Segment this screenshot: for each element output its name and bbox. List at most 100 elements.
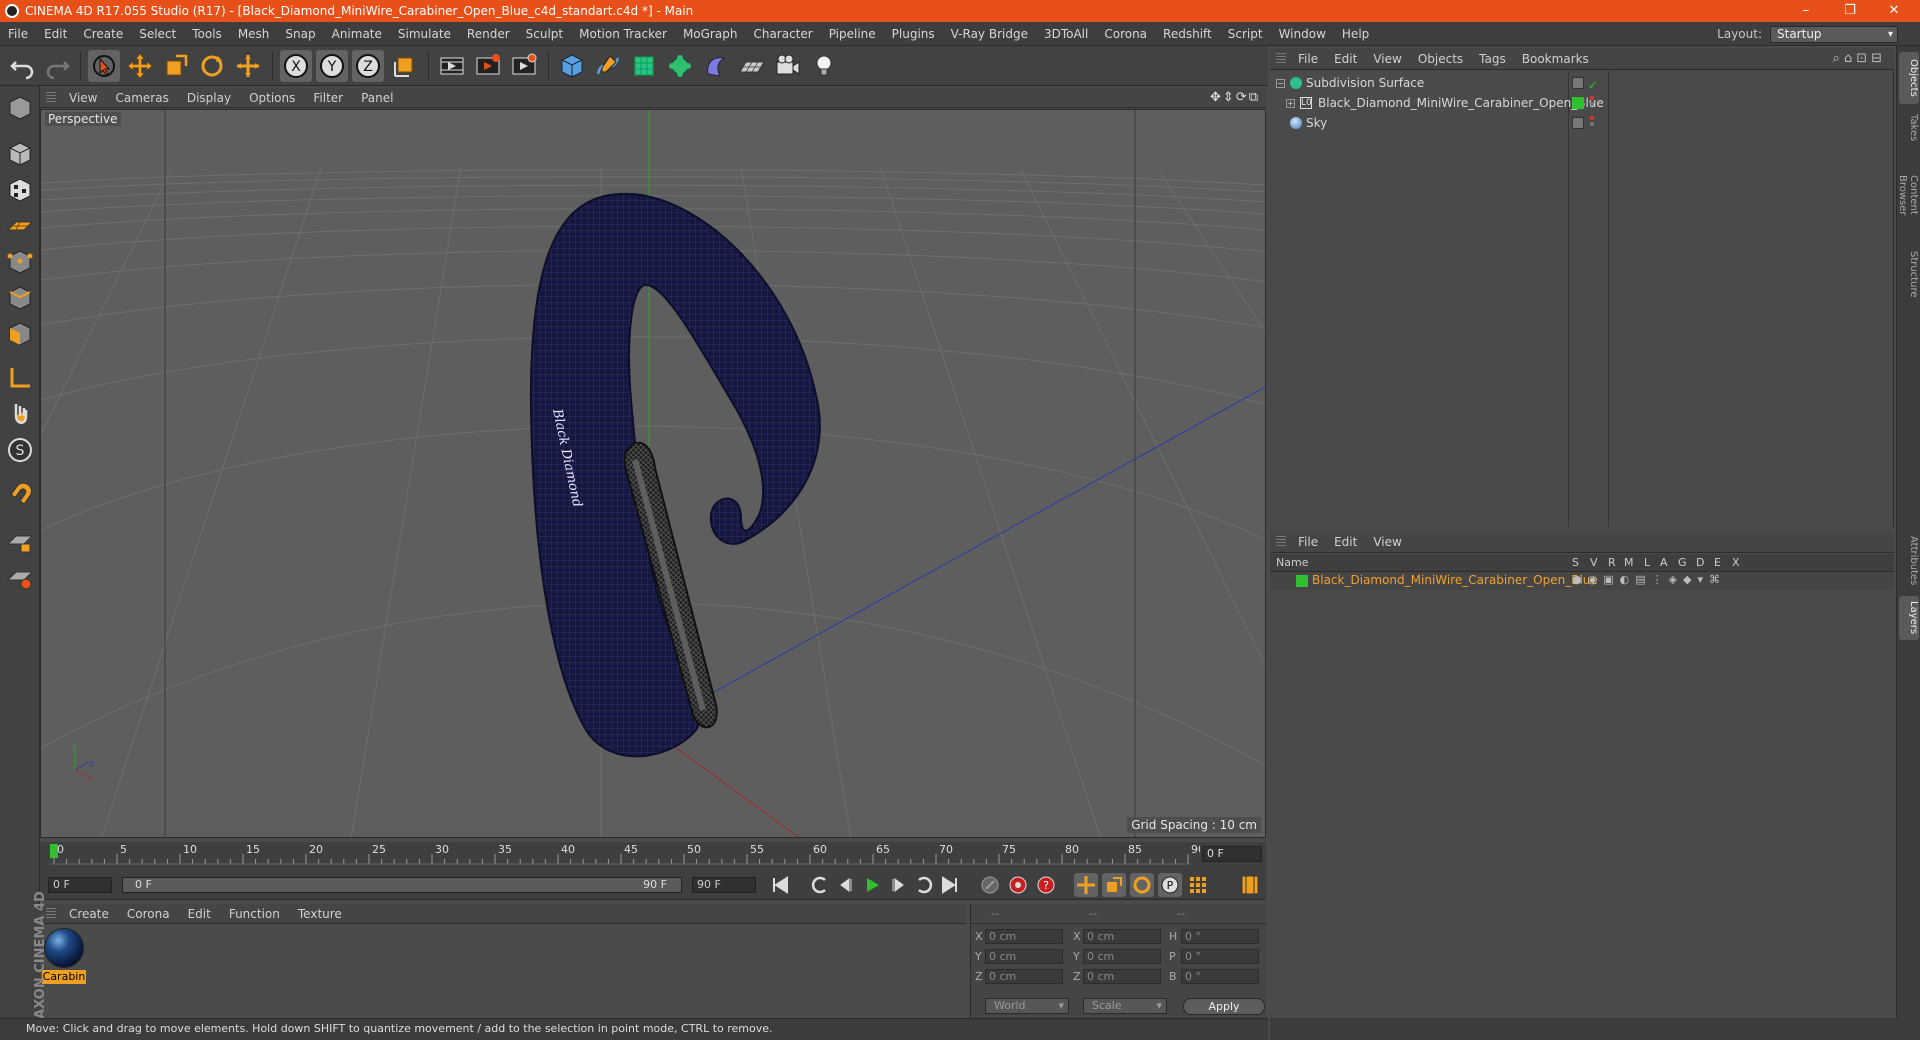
cube-object-icon[interactable] [556,50,588,82]
key-position-icon[interactable] [1074,873,1098,897]
menu-character[interactable]: Character [745,27,820,41]
end-frame-field[interactable]: 90 F [692,877,756,893]
axis-mode-icon[interactable] [4,362,36,394]
tab-attributes[interactable]: Attributes [1899,530,1919,592]
model-mode-icon[interactable] [4,138,36,170]
layer-tag-icon[interactable] [1572,77,1584,89]
material-menu-edit[interactable]: Edit [179,907,220,921]
size-x-field[interactable]: 0 cm [1083,929,1161,944]
visibility-dots-icon[interactable] [1590,96,1594,100]
om-search-home-icons[interactable]: ⌕⌂⊡⊟ [1833,51,1886,66]
viewport-menu-filter[interactable]: Filter [304,91,352,105]
coordinate-mode-dropdown[interactable]: World [985,998,1069,1014]
menu-edit[interactable]: Edit [36,27,75,41]
om-menu-file[interactable]: File [1290,52,1326,66]
next-key-icon[interactable] [912,873,936,897]
workplane-icon[interactable] [4,210,36,242]
menu-file[interactable]: File [0,27,36,41]
position-z-field[interactable]: 0 cm [985,969,1063,984]
menu-plugins[interactable]: Plugins [884,27,943,41]
menu-mograph[interactable]: MoGraph [675,27,746,41]
menu-motion-tracker[interactable]: Motion Tracker [571,27,675,41]
material-menu-texture[interactable]: Texture [289,907,351,921]
spline-pen-icon[interactable] [592,50,624,82]
y-axis-lock-icon[interactable]: Y [316,50,348,82]
menu-sculpt[interactable]: Sculpt [518,27,571,41]
lm-menu-file[interactable]: File [1290,535,1326,549]
menu-animate[interactable]: Animate [324,27,390,41]
deformer-icon[interactable] [700,50,732,82]
om-menu-objects[interactable]: Objects [1410,52,1471,66]
carabiner-model[interactable]: Black Diamond [529,192,821,758]
viewport-menu-cameras[interactable]: Cameras [106,91,177,105]
key-scale-icon[interactable] [1102,873,1126,897]
apply-button[interactable]: Apply [1183,998,1265,1015]
size-z-field[interactable]: 0 cm [1083,969,1161,984]
om-menu-tags[interactable]: Tags [1471,52,1514,66]
layer-color-icon[interactable] [1572,97,1584,109]
viewport-menu-panel[interactable]: Panel [352,91,402,105]
render-view-icon[interactable] [436,50,468,82]
undo-icon[interactable] [6,50,38,82]
menu-mesh[interactable]: Mesh [230,27,278,41]
move-tool-icon[interactable] [124,50,156,82]
rotation-b-field[interactable]: 0 ° [1181,969,1259,984]
menu-simulate[interactable]: Simulate [390,27,459,41]
autokeying-icon[interactable] [1006,873,1030,897]
render-to-picture-viewer-icon[interactable] [472,50,504,82]
texture-mode-icon[interactable] [4,174,36,206]
timeline-ruler[interactable]: 0 5 10 15 20 25 30 35 40 45 50 55 60 65 70 75 80 85 90 0 F [40,842,1266,870]
enabled-check-icon[interactable]: ✓ [1588,75,1598,95]
tab-layers[interactable]: Layers [1899,596,1919,640]
object-row-sky[interactable]: Sky [1270,113,1894,133]
key-parameter-icon[interactable]: P [1158,873,1182,897]
record-keys-icon[interactable] [978,873,1002,897]
layer-tag-icon[interactable] [1572,117,1584,129]
om-menu-view[interactable]: View [1365,52,1409,66]
points-mode-icon[interactable] [4,246,36,278]
planar-workplane-icon[interactable] [4,562,36,594]
go-to-end-icon[interactable] [938,873,962,897]
transform-tool-icon[interactable] [232,50,264,82]
x-axis-lock-icon[interactable]: X [280,50,312,82]
z-axis-lock-icon[interactable]: Z [352,50,384,82]
layout-dropdown[interactable]: Startup [1770,25,1898,43]
viewport-menu-view[interactable]: View [60,91,106,105]
cloner-icon[interactable] [664,50,696,82]
menu-help[interactable]: Help [1334,27,1377,41]
timeline-window-icon[interactable] [1238,873,1262,897]
layer-row[interactable]: Black_Diamond_MiniWire_Carabiner_Open_Bl… [1270,572,1894,590]
tweak-mode-icon[interactable] [4,398,36,430]
key-rotation-icon[interactable] [1130,873,1154,897]
menu-pipeline[interactable]: Pipeline [821,27,884,41]
viewport-nav-icons[interactable]: ✥⇕⟳⧉ [1210,90,1260,105]
om-menu-bookmarks[interactable]: Bookmarks [1514,52,1597,66]
floor-object-icon[interactable] [736,50,768,82]
object-row-subdivision-surface[interactable]: − Subdivision Surface ✓ [1270,73,1894,93]
next-frame-icon[interactable] [886,873,910,897]
tab-objects[interactable]: Objects [1899,52,1919,104]
camera-object-icon[interactable] [772,50,804,82]
scale-tool-icon[interactable] [160,50,192,82]
previous-frame-icon[interactable] [834,873,858,897]
rotation-h-field[interactable]: 0 ° [1181,929,1259,944]
restore-button[interactable]: ❐ [1828,0,1872,22]
collapse-toggle-icon[interactable]: − [1276,79,1285,88]
coordinate-system-icon[interactable] [388,50,420,82]
material-menu-create[interactable]: Create [60,907,118,921]
menu-script[interactable]: Script [1220,27,1271,41]
make-editable-icon[interactable] [4,92,36,124]
menu-render[interactable]: Render [459,27,518,41]
current-frame-field[interactable]: 0 F [1202,846,1262,862]
snapping-icon[interactable]: S [4,434,36,466]
lm-menu-edit[interactable]: Edit [1326,535,1365,549]
start-frame-field[interactable]: 0 F [48,877,112,893]
tab-content-browser[interactable]: Content Browser [1897,150,1919,240]
live-selection-icon[interactable] [88,50,120,82]
viewport-menu-options[interactable]: Options [240,91,304,105]
render-settings-icon[interactable] [508,50,540,82]
light-object-icon[interactable] [808,50,840,82]
size-y-field[interactable]: 0 cm [1083,949,1161,964]
material-swatch[interactable]: Carabin [42,926,86,984]
expand-toggle-icon[interactable]: + [1286,99,1295,108]
